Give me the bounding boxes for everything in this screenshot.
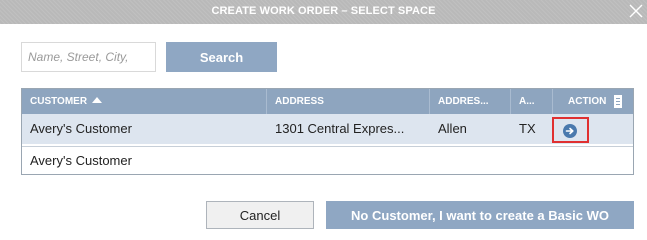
search-input[interactable] [21, 42, 156, 72]
cell-city: Allen [438, 121, 467, 136]
dialog-titlebar: CREATE WORK ORDER – SELECT SPACE [0, 0, 647, 24]
search-button[interactable]: Search [166, 42, 277, 72]
column-header-address2[interactable]: ADDRES... [430, 89, 511, 114]
column-header-action[interactable]: ACTION [553, 89, 633, 114]
cell-address: 1301 Central Expres... [275, 121, 405, 136]
column-header-customer[interactable]: CUSTOMER [22, 89, 267, 114]
column-header-address[interactable]: ADDRESS [267, 89, 430, 114]
action-highlight [552, 117, 589, 143]
column-menu-icon[interactable] [614, 95, 622, 108]
arrow-right-circle-icon[interactable] [563, 124, 577, 138]
column-header-state[interactable]: A... [511, 89, 553, 114]
cell-state: TX [519, 121, 536, 136]
column-header-label: A... [519, 96, 535, 107]
column-header-label: ADDRESS [275, 96, 324, 107]
cell-customer: Avery's Customer [30, 121, 132, 136]
column-header-label: ACTION [568, 96, 607, 107]
column-header-label: CUSTOMER [30, 96, 88, 107]
dialog-title: CREATE WORK ORDER – SELECT SPACE [211, 5, 436, 17]
table-row[interactable]: Avery's Customer [22, 146, 633, 175]
cell-customer: Avery's Customer [30, 153, 132, 168]
sort-ascending-icon [92, 97, 103, 104]
create-basic-wo-button[interactable]: No Customer, I want to create a Basic WO [326, 201, 634, 229]
column-header-label: ADDRES... [438, 96, 489, 107]
grid-header: CUSTOMER ADDRESS ADDRES... A... ACTION [22, 89, 633, 114]
customer-grid: CUSTOMER ADDRESS ADDRES... A... ACTION A… [21, 88, 634, 175]
cancel-button[interactable]: Cancel [206, 201, 314, 229]
table-row[interactable]: Avery's Customer 1301 Central Expres... … [22, 114, 633, 144]
close-icon[interactable] [627, 2, 645, 20]
